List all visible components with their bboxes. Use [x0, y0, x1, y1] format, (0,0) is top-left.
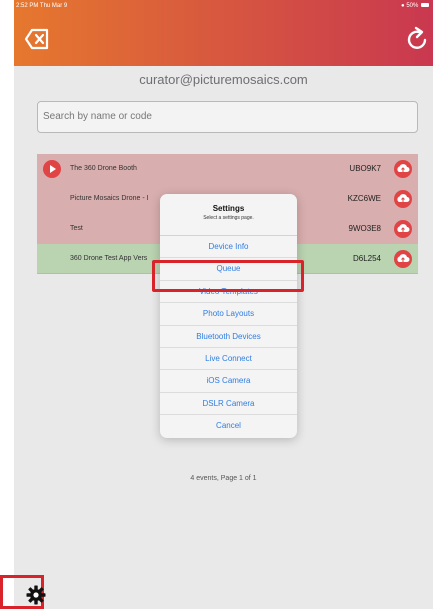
play-icon[interactable]: [43, 160, 61, 178]
search-input[interactable]: Search by name or code: [37, 101, 418, 133]
event-code: UBO9K7: [349, 164, 381, 173]
clear-backspace-icon[interactable]: [24, 26, 50, 52]
event-row[interactable]: The 360 Drone Booth UBO9K7: [37, 154, 418, 184]
event-name: Test: [70, 225, 83, 232]
status-right: ● 50%: [401, 3, 429, 9]
pagination-info: 4 events, Page 1 of 1: [190, 475, 257, 482]
battery-percent: 50%: [406, 3, 419, 9]
live-connect-highlight: [152, 260, 304, 292]
account-email: curator@picturemosaics.com: [139, 72, 308, 87]
event-name: The 360 Drone Booth: [70, 165, 137, 172]
modal-subtitle: Select a settings page.: [203, 215, 254, 221]
option-bluetooth-devices[interactable]: Bluetooth Devices: [160, 326, 297, 348]
app-frame: 2:52 PM Thu Mar 9 ● 50% curator@picturem…: [14, 0, 433, 609]
cloud-upload-icon[interactable]: [394, 250, 412, 268]
modal-header: Settings Select a settings page.: [160, 194, 297, 236]
event-code: KZC6WE: [347, 194, 381, 203]
wifi-icon: ●: [401, 3, 405, 9]
option-live-connect[interactable]: Live Connect: [160, 348, 297, 371]
event-code: D6L254: [352, 254, 381, 263]
option-dslr-camera[interactable]: DSLR Camera: [160, 393, 297, 416]
cloud-upload-icon[interactable]: [394, 190, 412, 208]
status-bar: 2:52 PM Thu Mar 9 ● 50%: [16, 3, 429, 13]
gear-icon[interactable]: [26, 585, 46, 605]
header-bar: 2:52 PM Thu Mar 9 ● 50%: [14, 0, 433, 66]
cancel-button[interactable]: Cancel: [160, 415, 297, 437]
option-device-info[interactable]: Device Info: [160, 236, 297, 259]
option-ios-camera[interactable]: iOS Camera: [160, 370, 297, 393]
option-photo-layouts[interactable]: Photo Layouts: [160, 303, 297, 326]
event-name: 360 Drone Test App Vers: [70, 255, 148, 262]
settings-modal: Settings Select a settings page. Device …: [160, 194, 297, 438]
battery-icon: [421, 3, 429, 8]
cloud-upload-icon[interactable]: [394, 160, 412, 178]
event-name: Picture Mosaics Drone - I: [70, 195, 149, 202]
status-time: 2:52 PM Thu Mar 9: [16, 3, 68, 9]
event-code: 9WO3E8: [348, 224, 381, 233]
modal-title: Settings: [212, 204, 245, 213]
cloud-upload-icon[interactable]: [394, 220, 412, 238]
refresh-icon[interactable]: [405, 26, 431, 52]
